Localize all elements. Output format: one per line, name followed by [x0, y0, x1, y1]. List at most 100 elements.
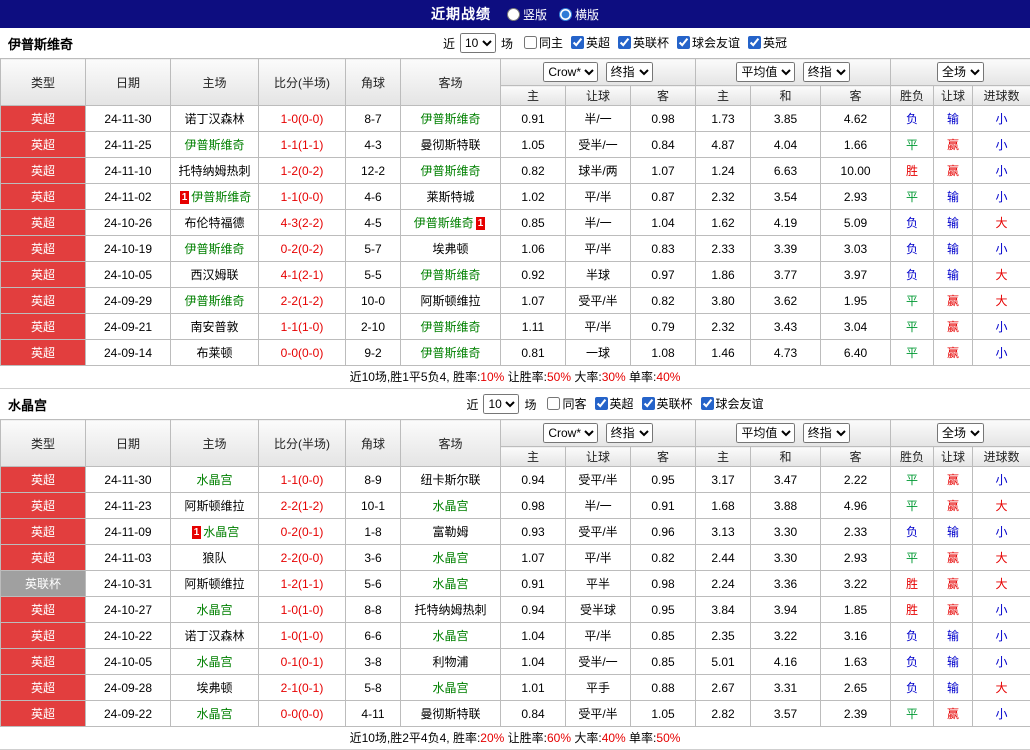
- team-label: 水晶宫: [203, 525, 239, 539]
- filter-checkbox-input[interactable]: [748, 36, 761, 49]
- match-count-select[interactable]: 10: [460, 33, 496, 53]
- layout-radio-vertical[interactable]: 竖版: [507, 6, 547, 23]
- team-label: 伊普斯维奇: [191, 190, 251, 204]
- filter-checkbox-label: 同主: [539, 34, 563, 51]
- league-cell: 英超: [1, 132, 86, 158]
- vertical-radio-input[interactable]: [507, 8, 520, 21]
- odds-away-cell: 1.07: [631, 158, 696, 184]
- result-handicap-cell: 赢: [934, 132, 973, 158]
- result-handicap-cell: 输: [934, 623, 973, 649]
- filter-checkbox-1[interactable]: 英超: [571, 34, 610, 51]
- result-outcome-cell: 胜: [891, 597, 934, 623]
- odds-home-cell: 0.82: [501, 158, 566, 184]
- match-rows-body: 英超24-11-30诺丁汉森林1-0(0-0)8-7伊普斯维奇0.91半/一0.…: [1, 106, 1030, 366]
- team-name: 水晶宫: [0, 395, 200, 414]
- away-team-cell: 纽卡斯尔联: [401, 467, 501, 493]
- corners-cell: 4-5: [346, 210, 401, 236]
- date-cell: 24-09-29: [86, 288, 171, 314]
- away-team-cell: 伊普斯维奇: [401, 262, 501, 288]
- date-cell: 24-11-03: [86, 545, 171, 571]
- home-team-cell: 水晶宫: [171, 467, 259, 493]
- odds-away-cell: 0.85: [631, 623, 696, 649]
- team-label: 伊普斯维奇: [420, 268, 480, 282]
- bookmaker-select[interactable]: Crow*: [543, 62, 598, 82]
- odds-home-cell: 1.07: [501, 288, 566, 314]
- league-cell: 英超: [1, 184, 86, 210]
- date-cell: 24-11-02: [86, 184, 171, 210]
- result-handicap-cell: 输: [934, 519, 973, 545]
- filter-checkbox-input[interactable]: [595, 397, 608, 410]
- odds-home-cell: 1.04: [501, 649, 566, 675]
- match-row: 英超24-10-22诺丁汉森林1-0(1-0)6-6水晶宫1.04平/半0.85…: [1, 623, 1030, 649]
- filter-checkbox-0[interactable]: 同主: [524, 34, 563, 51]
- filter-checkbox-4[interactable]: 英冠: [748, 34, 787, 51]
- filter-checkbox-0[interactable]: 同客: [547, 395, 586, 412]
- odds-stage-select[interactable]: 终指: [606, 62, 653, 82]
- home-team-cell: 托特纳姆热刺: [171, 158, 259, 184]
- home-team-cell: 阿斯顿维拉: [171, 571, 259, 597]
- filter-checkbox-2[interactable]: 英联杯: [642, 395, 693, 412]
- scope-select[interactable]: 全场: [937, 423, 984, 443]
- horizontal-radio-input[interactable]: [559, 8, 572, 21]
- team-label: 水晶宫: [196, 603, 232, 617]
- avg-home-cell: 2.33: [696, 236, 751, 262]
- team-label: 水晶宫: [196, 473, 232, 487]
- col-header-date: 日期: [86, 420, 171, 467]
- home-team-cell: 南安普敦: [171, 314, 259, 340]
- filter-checkbox-input[interactable]: [618, 36, 631, 49]
- filter-checkbox-input[interactable]: [524, 36, 537, 49]
- filter-checkbox-input[interactable]: [677, 36, 690, 49]
- filter-checkbox-2[interactable]: 英联杯: [618, 34, 669, 51]
- result-goals-cell: 小: [973, 701, 1030, 727]
- team-label: 伊普斯维奇: [420, 164, 480, 178]
- odds-away-cell: 1.04: [631, 210, 696, 236]
- result-outcome-cell: 平: [891, 545, 934, 571]
- filter-checkbox-input[interactable]: [642, 397, 655, 410]
- corners-cell: 5-8: [346, 675, 401, 701]
- filter-checkbox-input[interactable]: [571, 36, 584, 49]
- avg-select[interactable]: 平均值: [736, 423, 795, 443]
- scope-select[interactable]: 全场: [937, 62, 984, 82]
- odds-stage-select[interactable]: 终指: [606, 423, 653, 443]
- team-label: 埃弗顿: [196, 681, 232, 695]
- summary-stat-label: 大率:: [571, 731, 602, 745]
- away-team-cell: 水晶宫: [401, 571, 501, 597]
- team-label: 莱斯特城: [426, 190, 474, 204]
- league-cell: 英超: [1, 649, 86, 675]
- result-outcome-cell: 平: [891, 467, 934, 493]
- filter-checkbox-input[interactable]: [701, 397, 714, 410]
- result-goals-cell: 小: [973, 314, 1030, 340]
- avg-home-cell: 2.82: [696, 701, 751, 727]
- date-cell: 24-11-10: [86, 158, 171, 184]
- odds-home-cell: 1.04: [501, 623, 566, 649]
- odds-away-cell: 0.87: [631, 184, 696, 210]
- match-count-select[interactable]: 10: [483, 394, 519, 414]
- odds-away-cell: 0.97: [631, 262, 696, 288]
- avg-select[interactable]: 平均值: [736, 62, 795, 82]
- filter-checkbox-3[interactable]: 球会友谊: [677, 34, 740, 51]
- odds-group-header: Crow* 终指: [501, 420, 696, 447]
- filter-checkbox-3[interactable]: 球会友谊: [701, 395, 764, 412]
- avg-stage-select[interactable]: 终指: [803, 62, 850, 82]
- odds-home-cell: 0.81: [501, 340, 566, 366]
- filter-checkbox-input[interactable]: [547, 397, 560, 410]
- filter-checkbox-1[interactable]: 英超: [595, 395, 634, 412]
- summary-stat-label: 单率:: [626, 731, 657, 745]
- sub-header-outcome: 胜负: [891, 86, 934, 106]
- team-label: 托特纳姆热刺: [414, 603, 486, 617]
- avg-draw-cell: 4.73: [751, 340, 821, 366]
- result-goals-cell: 小: [973, 623, 1030, 649]
- result-goals-cell: 大: [973, 571, 1030, 597]
- odds-away-cell: 0.98: [631, 106, 696, 132]
- home-team-cell: 伊普斯维奇: [171, 132, 259, 158]
- league-cell: 英超: [1, 493, 86, 519]
- near-label: 近: [466, 396, 478, 413]
- layout-radio-horizontal[interactable]: 横版: [559, 6, 599, 23]
- date-cell: 24-10-26: [86, 210, 171, 236]
- odds-handicap-cell: 受平/半: [566, 467, 631, 493]
- bookmaker-select[interactable]: Crow*: [543, 423, 598, 443]
- avg-stage-select[interactable]: 终指: [803, 423, 850, 443]
- odds-away-cell: 0.88: [631, 675, 696, 701]
- avg-draw-cell: 3.77: [751, 262, 821, 288]
- odds-home-cell: 0.94: [501, 597, 566, 623]
